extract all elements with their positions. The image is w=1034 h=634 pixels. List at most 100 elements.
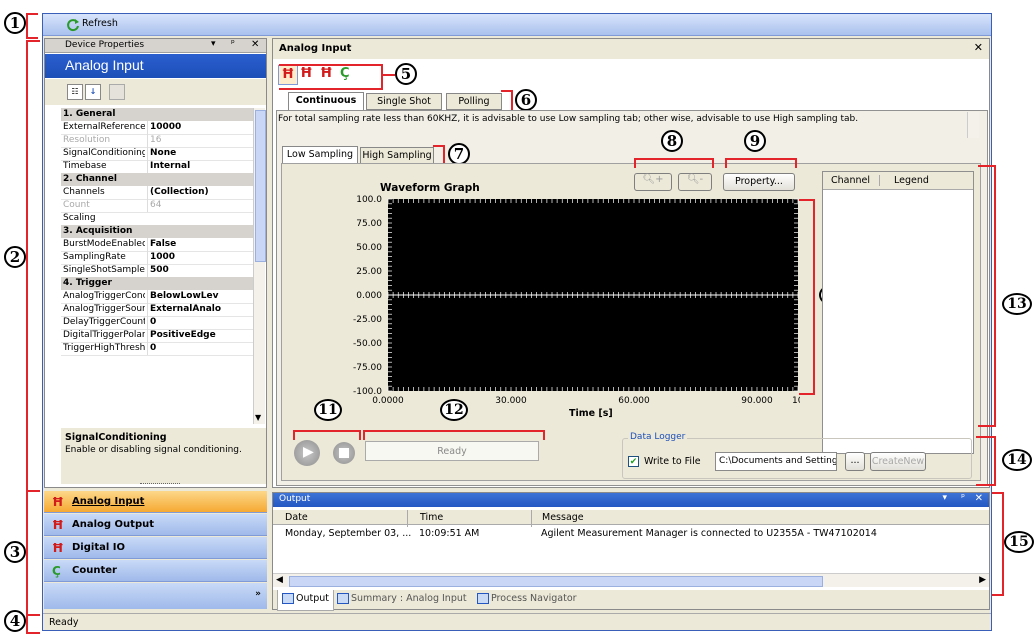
property-button[interactable]: Property... [723,173,795,191]
close-document-icon[interactable]: ✕ [974,41,983,54]
property-row[interactable]: DigitalTriggerPolari PositiveEdge [61,329,253,343]
property-value[interactable]: 500 [147,264,253,277]
alphabetical-sort-icon[interactable]: ↓ [85,84,101,100]
property-value[interactable]: 10000 [147,121,253,134]
property-row[interactable]: Channels (Collection) [61,186,253,200]
property-name: Scaling [63,213,96,223]
zoom-in-button[interactable]: 🔍︎+ [634,173,672,191]
legend-col-legend[interactable]: Legend [879,175,954,186]
property-name: Channels [63,187,105,197]
create-new-button[interactable]: CreateNew [870,452,926,471]
scroll-left-icon[interactable]: ◀ [276,575,283,585]
property-grid-scrollbar[interactable]: ▼ [253,108,266,424]
property-category[interactable]: ⊟3. Acquisition [61,225,253,238]
property-name: AnalogTriggerConc [63,291,145,301]
property-row[interactable]: Resolution 16 [61,134,253,148]
property-category[interactable]: ⊟4. Trigger [61,277,253,290]
info-text: For total sampling rate less than 60KHZ,… [278,114,859,124]
legend-col-channel[interactable]: Channel [831,175,870,186]
property-row[interactable]: AnalogTriggerSour ExternalAnalo [61,303,253,317]
nav-analog-input[interactable]: Ħ Analog Input [44,491,267,513]
property-row[interactable]: DelayTriggerCount 0 [61,316,253,330]
nav-digital-io[interactable]: Ħ Digital IO [44,537,267,559]
tab-continuous[interactable]: Continuous [288,92,364,111]
nav-analog-output[interactable]: Ħ Analog Output [44,514,267,536]
legend-table[interactable]: Channel Legend [822,171,974,454]
property-row[interactable]: SamplingRate 1000 [61,251,253,265]
splitter-grip[interactable] [140,483,180,486]
property-value[interactable]: PositiveEdge [147,329,253,342]
output-col-message[interactable]: Message [531,510,584,527]
tab-polling[interactable]: Polling [446,93,502,110]
property-value[interactable]: 64 [147,199,253,212]
property-value[interactable]: 0 [147,342,253,355]
output-bottom-tabs: Output Summary : Analog Input Process Na… [273,590,989,611]
output-pin-icon[interactable]: ᵖ [961,493,965,503]
property-value[interactable]: 0 [147,316,253,329]
property-row[interactable]: Scaling [61,212,253,226]
output-close-icon[interactable]: ✕ [975,493,983,504]
scroll-down-icon[interactable]: ▼ [255,413,261,422]
output-col-time[interactable]: Time [407,510,443,527]
property-value[interactable]: (Collection) [147,186,253,199]
property-row[interactable]: ExternalReference 10000 [61,121,253,135]
output-col-date[interactable]: Date [285,512,308,523]
property-row[interactable]: TriggerHighThresh 0 [61,342,253,356]
property-name: DigitalTriggerPolari [63,330,145,340]
hscroll-thumb[interactable] [289,576,823,587]
callout-13: 13 [1002,293,1032,315]
property-row[interactable]: SignalConditioning None [61,147,253,161]
property-pages-icon[interactable] [109,84,125,100]
info-scrollbar[interactable] [967,112,979,138]
tab-summary-analog-input[interactable]: Summary : Analog Input [333,593,467,604]
categorized-sort-icon[interactable]: ☷ [67,84,83,100]
property-row[interactable]: AnalogTriggerConc BelowLowLev [61,290,253,304]
property-value[interactable]: False [147,238,253,251]
pin-icon[interactable]: ᵖ [231,39,235,49]
property-category[interactable]: ⊟1. General [61,108,253,121]
refresh-button[interactable]: Refresh [66,17,136,33]
browse-button[interactable]: ... [845,452,865,471]
run-button[interactable]: ▶ [294,440,320,466]
property-name: TriggerHighThresh [63,343,145,353]
property-value[interactable]: ExternalAnalo [147,303,253,316]
callout-12: 12 [440,399,468,421]
property-grid[interactable]: ⊟1. GeneralExternalReference10000Resolut… [61,108,253,424]
property-value[interactable]: 1000 [147,251,253,264]
scroll-thumb[interactable] [255,110,266,262]
property-row[interactable]: Timebase Internal [61,160,253,174]
close-panel-icon[interactable]: ✕ [251,39,259,50]
property-value[interactable]: None [147,147,253,160]
write-to-file-label: Write to File [644,456,701,467]
zoom-out-button[interactable]: 🔍︎- [678,173,712,191]
waveform-graph[interactable]: 100.0 75.00 50.00 25.00 0.000 -25.00 -50.00 -75… [300,192,800,414]
tab-high-sampling[interactable]: High Sampling [360,147,434,164]
tab-low-sampling[interactable]: Low Sampling [282,146,358,164]
output-dropdown-icon[interactable]: ▾ [942,493,947,503]
file-path-field[interactable]: C:\Documents and Settings\A [715,452,837,471]
scroll-right-icon[interactable]: ▶ [979,575,986,585]
property-category[interactable]: ⊟2. Channel [61,173,253,186]
y-tick-label: -50.00 [353,339,382,349]
stop-button[interactable] [333,442,355,464]
nav-overflow-bar[interactable]: » [44,583,267,609]
property-row[interactable]: Count 64 [61,199,253,213]
tab-output[interactable]: Output [277,590,334,611]
nav-overflow-icon[interactable]: » [255,589,261,599]
write-to-file-checkbox[interactable]: ✔ [628,456,639,467]
property-row[interactable]: BurstModeEnablec False [61,238,253,252]
property-row[interactable]: SingleShotSampleS 500 [61,264,253,278]
counter-icon: Ç [52,564,61,578]
dropdown-arrow-icon[interactable]: ▾ [211,39,216,49]
output-hscrollbar[interactable]: ◀ ▶ [273,573,989,587]
tab-process-navigator[interactable]: Process Navigator [473,593,577,604]
play-icon: ▶ [303,444,314,460]
property-value[interactable]: Internal [147,160,253,173]
tab-single-shot[interactable]: Single Shot [366,93,442,110]
callout-14-box [976,436,996,486]
property-name: Resolution [63,135,111,145]
table-row[interactable]: Monday, September 03, ... 10:09:51 AM Ag… [273,527,989,541]
property-value[interactable]: BelowLowLev [147,290,253,303]
property-value[interactable]: 16 [147,134,253,147]
nav-counter[interactable]: Ç Counter [44,560,267,582]
